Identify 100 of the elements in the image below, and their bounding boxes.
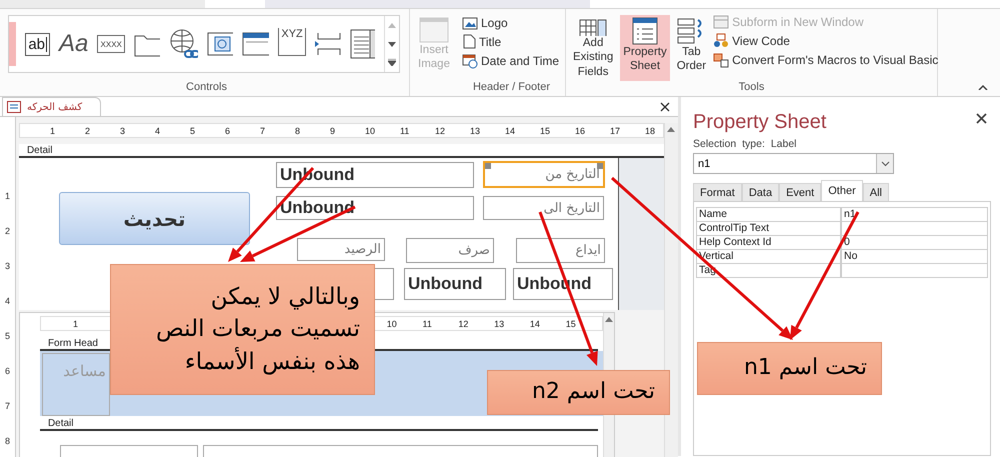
ruler-number: 6 [224,126,231,136]
ribbon-button[interactable]: Tab Order [674,15,710,81]
property-tab[interactable]: Data [742,183,780,201]
ruler-number: 1 [4,191,11,203]
ruler-number: 10 [364,126,376,136]
close-icon[interactable] [976,113,987,124]
callout-text: وبالتالي لا يمكن تسميت مربعات النص هذه بنفس الأسماء [156,283,360,377]
scroll-up-icon[interactable] [604,317,613,322]
convert-icon [713,52,730,68]
option-group-tool[interactable]: XYZ [278,28,306,56]
tab-title: كشف الحركه [27,102,82,112]
label-tool[interactable]: Aa [59,27,88,61]
ruler-number: 3 [120,126,126,136]
ruler-number: 1 [72,318,79,328]
property-tab[interactable]: Other [821,180,863,201]
ruler-number: 16 [574,126,586,136]
ribbon-button[interactable]: Add Existing Fields [570,15,616,81]
property-value[interactable] [841,222,988,236]
scroll-down-icon[interactable] [388,42,396,46]
ruler-number: 13 [470,126,481,136]
button-tool[interactable]: XXXX [97,35,126,53]
ruler-number: 18 [644,126,656,136]
ruler-number: 6 [4,366,11,378]
form-label[interactable]: التاريخ من [482,161,605,188]
ribbon-command[interactable]: Convert Form's Macros to Visual Basic [713,52,938,68]
web-browser-icon[interactable] [207,32,233,56]
ruler-number: 10 [386,318,398,328]
ribbon-command[interactable]: Date and Time [462,53,560,69]
ruler-number: 5 [190,126,196,136]
section-bar[interactable]: Detail [18,144,57,156]
ruler-number: 8 [4,436,11,448]
more-icon[interactable] [388,59,396,66]
property-tab[interactable]: All [862,183,889,201]
ruler-number: 12 [458,318,470,328]
ruler-number: 2 [4,226,11,238]
text-box[interactable] [374,268,394,300]
picture-frame-icon [462,15,478,30]
ribbon-command[interactable]: Title [462,34,560,49]
property-tab[interactable]: Event [779,183,822,201]
ruler-number: 11 [422,318,433,328]
ruler-number: 1 [50,126,56,136]
ruler-number: 12 [434,126,446,136]
form-label[interactable]: التاريخ الى [482,196,604,220]
calendar-clock-icon [462,53,478,69]
ruler-number: 4 [4,296,11,308]
callout-text: تحت اسم n1 [744,354,867,382]
group-label: Header / Footer [472,81,550,93]
globe-link-icon[interactable] [168,28,198,60]
form-label[interactable]: الرصيد [296,238,385,261]
ribbon-command[interactable]: Logo [462,15,560,30]
ruler-number: 17 [610,126,621,136]
ribbon-button[interactable]: Property Sheet [620,15,670,81]
object-dropdown[interactable]: n1 [693,153,894,174]
form-icon [7,101,21,113]
ruler-number: 7 [4,401,11,413]
property-tab[interactable]: Format [693,183,742,201]
property-sheet-icon [632,17,658,45]
ruler-number: 15 [566,318,577,328]
property-value[interactable]: n1 [841,208,988,222]
property-name: Name [696,208,841,222]
ruler-number: 13 [494,318,506,328]
document-tab[interactable]: كشف الحركه [2,97,102,116]
subform-icon [713,15,730,29]
code-icon [713,33,730,48]
ruler-number: 15 [540,126,551,136]
navigation-icon[interactable] [242,32,270,56]
page-icon [462,34,476,49]
list-box-icon[interactable] [350,29,376,59]
group-label: Tools [738,81,764,93]
ruler-number: 14 [530,318,541,328]
selection-type: Selection type: Label [693,138,797,150]
form-label[interactable]: صرف [406,238,494,263]
ruler-number: 7 [260,126,266,136]
ruler-number: 4 [154,126,161,136]
panel-title: Property Sheet [693,111,826,134]
ruler-number: 5 [4,331,11,343]
ruler-number: 2 [84,126,91,136]
property-name: Help Context Id [696,236,841,250]
ruler-number: 9 [330,126,336,136]
property-value[interactable]: 0 [841,236,988,250]
section-bar[interactable]: Detail [40,417,78,429]
group-label: Controls [186,81,227,93]
collapse-ribbon-icon[interactable] [978,84,988,90]
ribbon-command[interactable]: View Code [713,33,938,48]
property-value[interactable]: No [841,250,988,264]
picture-icon [419,17,449,43]
close-icon[interactable] [660,102,670,112]
ruler-number: 14 [504,126,516,136]
text-box[interactable]: Unbound [404,268,506,300]
table-fields-icon [579,17,608,36]
callout-text: تحت اسم n2 [532,378,655,406]
ruler-number: 3 [4,261,11,273]
scroll-up-icon[interactable] [667,127,676,132]
property-name: ControlTip Text [696,222,841,236]
chevron-down-icon [880,160,890,166]
text-box-tool[interactable]: ab [25,32,50,56]
form-button[interactable]: تحديث [58,192,250,245]
ruler-number: 8 [294,126,301,136]
section-bar[interactable]: Form Head [40,337,102,349]
form-label[interactable]: ايداع [516,238,605,263]
